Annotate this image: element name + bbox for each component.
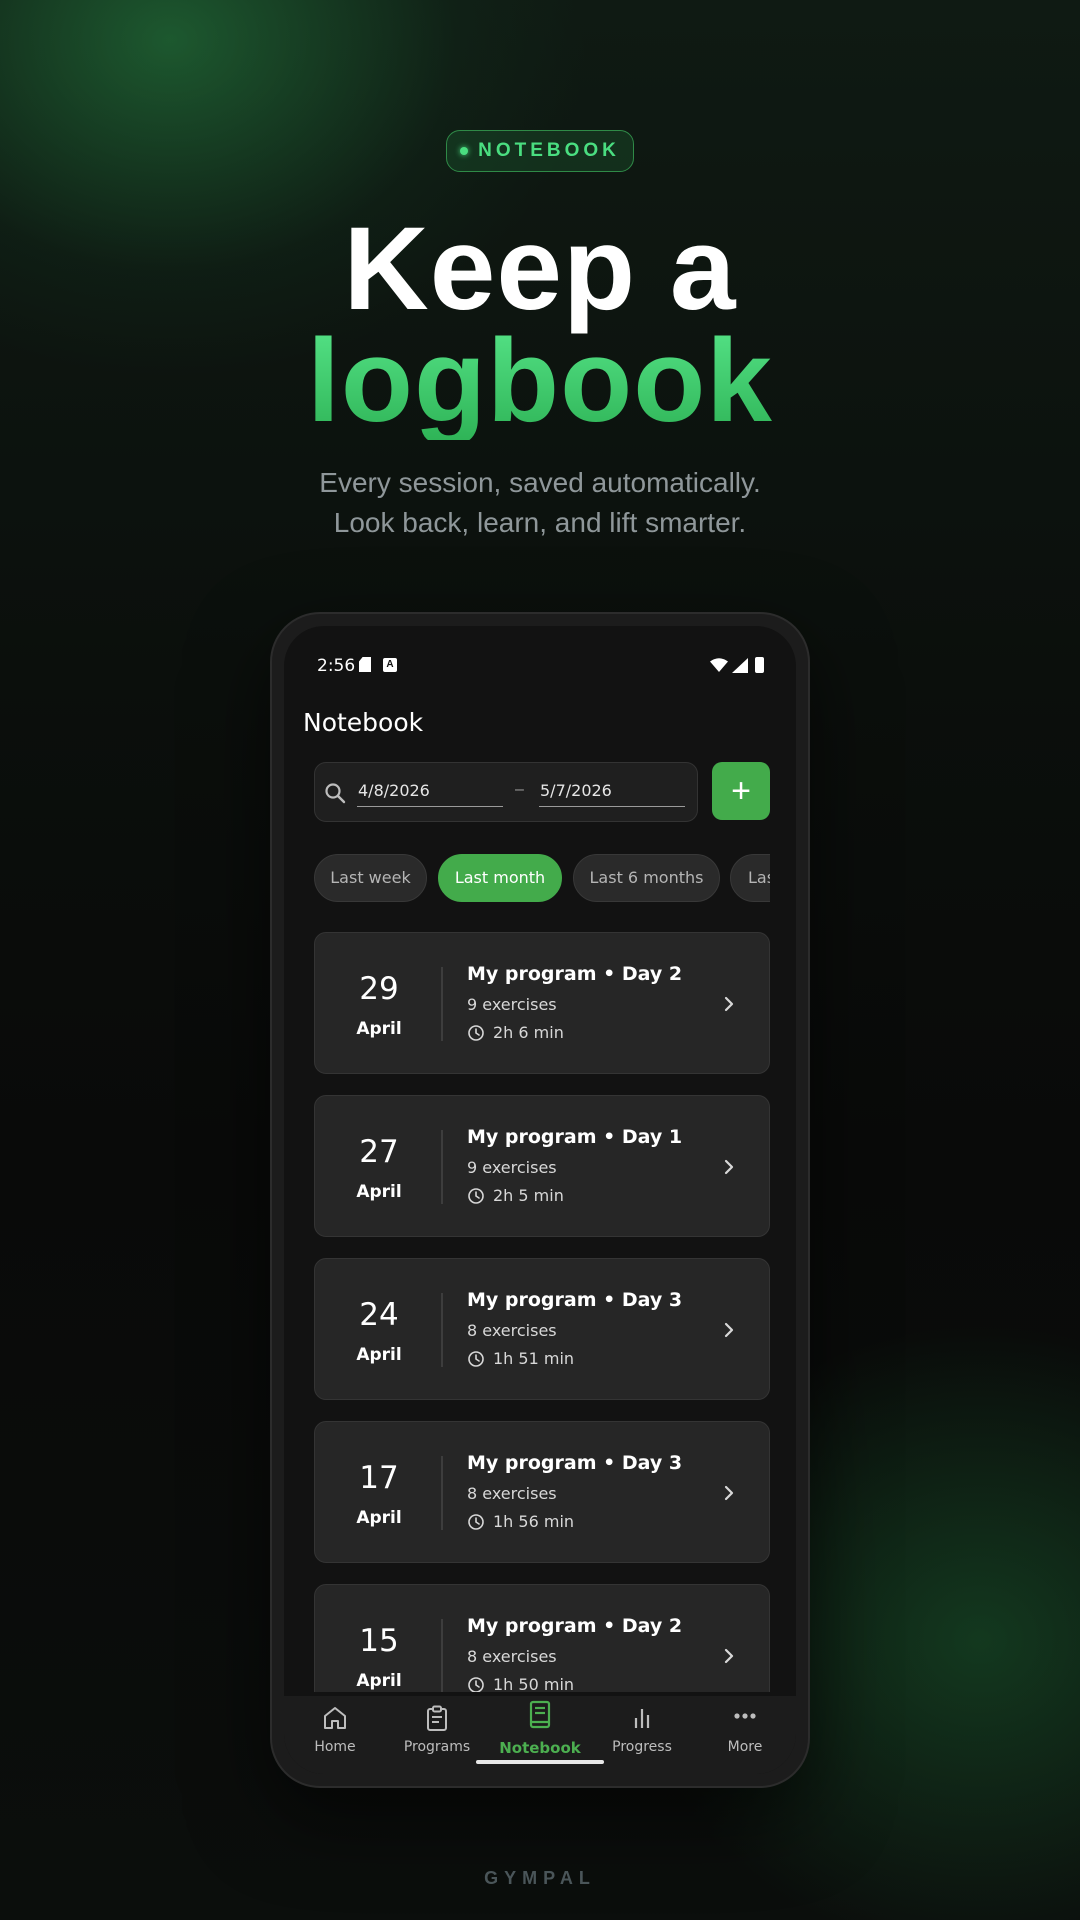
session-card[interactable]: 15 April My program • Day 2 8 exercises … <box>314 1584 770 1692</box>
end-date-input[interactable]: 5/7/2026 <box>539 781 685 807</box>
chevron-right-icon <box>724 996 734 1012</box>
chevron-right-icon <box>724 1159 734 1175</box>
chip-last-week[interactable]: Last week <box>314 854 427 902</box>
notebook-icon <box>529 1700 551 1729</box>
badge-dot-icon <box>460 147 469 155</box>
nav-label-home: Home <box>314 1739 356 1755</box>
search-icon <box>325 783 346 804</box>
nav-item-programs[interactable]: Programs <box>386 1696 488 1756</box>
clock-icon <box>468 1351 484 1367</box>
clock-icon <box>468 1677 484 1692</box>
chip-last-year[interactable]: Last year <box>730 854 770 902</box>
session-duration: 1h 50 min <box>493 1675 575 1692</box>
nav-item-notebook[interactable]: Notebook <box>489 1696 591 1757</box>
nav-item-home[interactable]: Home <box>284 1696 386 1756</box>
session-duration: 1h 51 min <box>493 1349 575 1368</box>
session-day: 17 <box>359 1460 399 1496</box>
card-divider <box>441 967 443 1041</box>
session-card[interactable]: 29 April My program • Day 2 9 exercises … <box>314 932 770 1074</box>
session-day: 24 <box>359 1297 399 1333</box>
nav-label-notebook: Notebook <box>499 1739 581 1757</box>
clock-icon <box>468 1188 484 1204</box>
session-card[interactable]: 17 April My program • Day 3 8 exercises … <box>314 1421 770 1563</box>
phone-screen: 2:56 A Notebook 4/8/2026 – 5/7/2026 + La… <box>284 626 796 1774</box>
session-title: My program • Day 2 <box>467 963 683 985</box>
session-exercise-count: 8 exercises <box>467 1647 557 1666</box>
session-exercise-count: 9 exercises <box>467 1158 557 1177</box>
chip-last-month[interactable]: Last month <box>438 854 562 902</box>
nav-item-more[interactable]: More <box>694 1696 796 1756</box>
battery-icon <box>755 657 764 673</box>
session-duration: 2h 6 min <box>493 1023 564 1042</box>
session-day: 27 <box>359 1134 399 1170</box>
more-icon <box>734 1713 756 1719</box>
chevron-right-icon <box>724 1485 734 1501</box>
session-title: My program • Day 3 <box>467 1289 683 1311</box>
chevron-right-icon <box>724 1648 734 1664</box>
phone-frame: 2:56 A Notebook 4/8/2026 – 5/7/2026 + La… <box>270 612 810 1788</box>
session-exercise-count: 9 exercises <box>467 995 557 1014</box>
session-month: April <box>356 1508 402 1528</box>
sd-card-icon <box>359 657 371 672</box>
subtitle-line-1: Every session, saved automatically. <box>319 467 761 498</box>
headline-line-1: Keep a <box>343 203 737 335</box>
session-month: April <box>356 1345 402 1365</box>
brand-wordmark: GYMPAL <box>484 1868 596 1888</box>
notebook-badge: NOTEBOOK <box>446 130 634 172</box>
bar-chart-icon <box>634 1709 650 1728</box>
nav-label-more: More <box>727 1739 763 1755</box>
session-card[interactable]: 27 April My program • Day 1 9 exercises … <box>314 1095 770 1237</box>
session-exercise-count: 8 exercises <box>467 1321 557 1340</box>
subtitle-line-2: Look back, learn, and lift smarter. <box>333 507 747 538</box>
start-date-input[interactable]: 4/8/2026 <box>357 781 503 807</box>
session-day: 29 <box>359 971 399 1007</box>
nav-item-progress[interactable]: Progress <box>591 1696 693 1756</box>
badge-label: NOTEBOOK <box>478 140 620 161</box>
home-indicator[interactable] <box>476 1760 604 1764</box>
wifi-icon <box>710 658 728 672</box>
session-title: My program • Day 3 <box>467 1452 683 1474</box>
session-title: My program • Day 2 <box>467 1615 683 1637</box>
card-divider <box>441 1293 443 1367</box>
session-duration: 2h 5 min <box>493 1186 564 1205</box>
session-list: 29 April My program • Day 2 9 exercises … <box>314 932 770 1692</box>
card-divider <box>441 1456 443 1530</box>
clock-icon <box>468 1514 484 1530</box>
clipboard-icon <box>427 1705 447 1731</box>
nav-label-progress: Progress <box>612 1739 672 1755</box>
session-day: 15 <box>359 1623 399 1659</box>
card-divider <box>441 1619 443 1692</box>
page-title: Notebook <box>303 708 424 737</box>
add-session-button[interactable]: + <box>712 762 770 820</box>
session-month: April <box>356 1671 402 1691</box>
session-month: April <box>356 1019 402 1039</box>
headline-line-2: logbook <box>0 322 1080 440</box>
session-duration: 1h 56 min <box>493 1512 575 1531</box>
session-month: April <box>356 1182 402 1202</box>
status-time: 2:56 <box>317 656 356 676</box>
keyboard-a-icon: A <box>383 658 397 672</box>
nav-label-programs: Programs <box>403 1739 471 1755</box>
date-range-field[interactable]: 4/8/2026 – 5/7/2026 <box>314 762 698 822</box>
session-title: My program • Day 1 <box>467 1126 683 1148</box>
home-icon <box>324 1707 346 1729</box>
chevron-right-icon <box>724 1322 734 1338</box>
date-range-separator: – <box>515 781 524 798</box>
date-filter-chips: Last week Last month Last 6 months Last … <box>314 854 770 902</box>
signal-icon <box>732 658 748 673</box>
status-bar: 2:56 A <box>284 654 796 678</box>
card-divider <box>441 1130 443 1204</box>
clock-icon <box>468 1025 484 1041</box>
chip-last-6-months[interactable]: Last 6 months <box>573 854 720 902</box>
session-card[interactable]: 24 April My program • Day 3 8 exercises … <box>314 1258 770 1400</box>
session-exercise-count: 8 exercises <box>467 1484 557 1503</box>
